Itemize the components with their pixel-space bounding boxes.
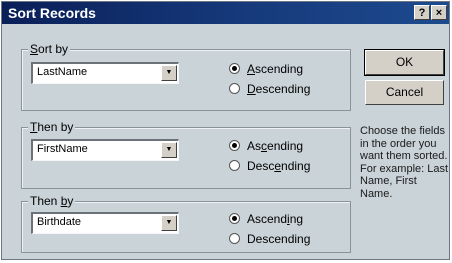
then-by-ascending-radio-2[interactable]: Ascending [229,211,303,227]
chevron-down-icon[interactable]: ▼ [161,65,177,81]
then-by-field-value-2: Birthdate [37,216,82,228]
then-by-ascending-label-2: Ascending [247,211,304,226]
sort-records-dialog: Sort Records ? × Sort by LastName ▼ Asce… [1,1,450,260]
radio-selected-icon[interactable] [229,63,240,75]
then-by-field-select-1[interactable]: FirstName ▼ [31,139,179,161]
close-icon[interactable]: × [431,5,447,20]
then-by-ascending-radio-1[interactable]: Ascending [229,138,303,154]
cancel-button[interactable]: Cancel [365,80,444,105]
sort-by-ascending-radio[interactable]: Ascending [229,61,303,77]
then-by-label-2: Then by [28,194,76,208]
help-icon[interactable]: ? [414,5,430,20]
then-by-label-1: Then by [28,120,76,134]
then-by-group-2: Then by Birthdate ▼ Ascending Descending [21,194,351,253]
sort-by-label: Sort by [28,42,71,56]
chevron-down-icon[interactable]: ▼ [161,215,177,231]
then-by-descending-label-1: Descending [247,158,311,173]
radio-selected-icon[interactable] [229,213,240,225]
help-text: Choose the fields in the order you want … [360,125,449,200]
radio-unselected-icon[interactable] [229,233,240,245]
sort-by-field-select[interactable]: LastName ▼ [31,62,179,84]
radio-unselected-icon[interactable] [229,160,240,172]
radio-selected-icon[interactable] [229,140,240,152]
sort-by-ascending-label: Ascending [247,61,304,76]
then-by-ascending-label-1: Ascending [247,138,304,153]
then-by-field-value-1: FirstName [37,143,88,155]
then-by-descending-radio-1[interactable]: Descending [229,158,310,174]
sort-by-group: Sort by LastName ▼ Ascending Descending [21,42,351,111]
then-by-field-select-2[interactable]: Birthdate ▼ [31,212,179,234]
then-by-descending-radio-2[interactable]: Descending [229,231,310,247]
ok-button[interactable]: OK [364,49,445,76]
sort-by-field-value: LastName [37,66,88,78]
sort-by-descending-label: Descending [247,81,311,96]
title-bar: Sort Records ? × [2,2,449,24]
then-by-group-1: Then by FirstName ▼ Ascending Descending [21,120,351,189]
then-by-descending-label-2: Descending [247,231,311,246]
sort-by-descending-radio[interactable]: Descending [229,81,310,97]
dialog-title: Sort Records [8,5,96,21]
radio-unselected-icon[interactable] [229,83,240,95]
chevron-down-icon[interactable]: ▼ [161,142,177,158]
